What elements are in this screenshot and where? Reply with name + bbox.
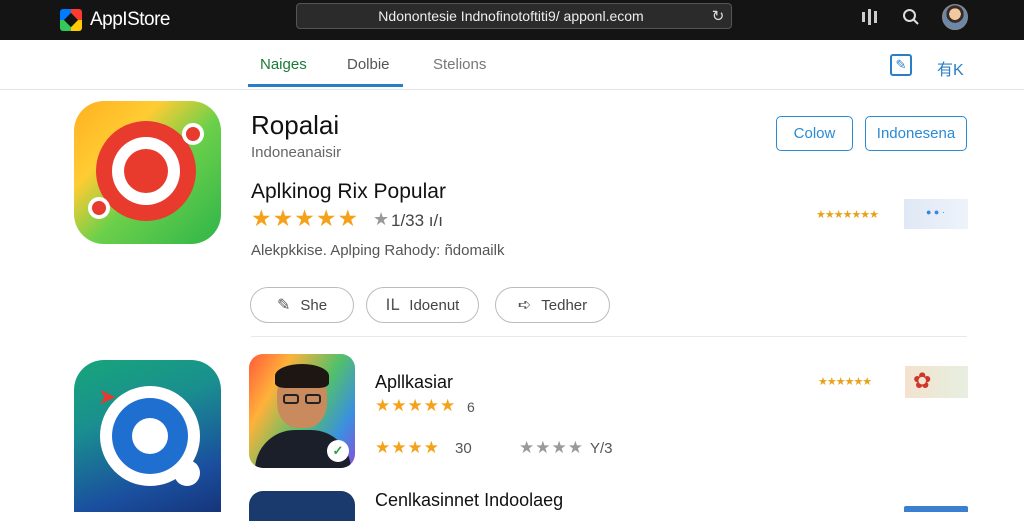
tedher-label: Tedher <box>541 296 588 314</box>
edit-icon[interactable]: ✎ <box>890 54 912 76</box>
app-icon-ropalai[interactable] <box>74 101 221 244</box>
preview-strip-3[interactable] <box>904 506 968 512</box>
rating-stars-gray: ★★★★ <box>519 438 584 457</box>
avatar[interactable] <box>942 4 968 30</box>
preview-stars: ★★★★★★★ <box>816 208 879 221</box>
preview-stars-2: ★★★★★★ <box>818 375 872 388</box>
arrow-icon: ➤ <box>98 384 117 409</box>
divider <box>251 336 967 337</box>
top-bar: AppIStore Ndonontesie Indnofinotoftiti9/… <box>0 0 1024 40</box>
tab-right-label[interactable]: 有K <box>937 56 964 80</box>
rating-stars: ★★★★★ <box>251 205 360 231</box>
search-icon[interactable] <box>900 6 922 28</box>
app-meta: Alekpkkise. Aplping Rahody: ñdomailk <box>251 242 505 259</box>
app-title: Ropalai <box>251 110 340 140</box>
idoenut-label: Idoenut <box>409 296 460 314</box>
app-icon-profile-photo[interactable]: ✓ <box>249 354 355 468</box>
tab-naiges[interactable]: Naiges <box>260 56 307 73</box>
brand[interactable]: AppIStore <box>60 6 171 34</box>
verified-badge-icon: ✓ <box>327 440 349 462</box>
app-store-logo-icon <box>60 9 82 31</box>
rating-count-2: 6 <box>467 399 475 415</box>
url-text[interactable]: Ndonontesie Indnofinotoftiti9/ apponl.ec… <box>297 8 705 24</box>
app-icon-3[interactable] <box>249 491 355 521</box>
brand-title: AppIStore <box>90 9 171 30</box>
app-title-3: Cenlkasinnet Indoolaeg <box>375 490 564 510</box>
preview-thumbnail <box>904 199 968 229</box>
tab-dolbie[interactable]: Dolbie <box>347 56 390 73</box>
app-title-2: Apllkasiar <box>375 372 454 392</box>
reload-icon[interactable]: ↻ <box>705 7 731 25</box>
active-tab-indicator <box>248 84 403 87</box>
preview-thumbnail-2 <box>905 366 968 398</box>
share-icon: ➪ <box>517 297 532 314</box>
tedher-button[interactable]: ➪ Tedher <box>495 287 610 323</box>
idoenut-button[interactable]: Ⅰᒪ Idoenut <box>366 287 479 323</box>
she-button[interactable]: ✎ She <box>250 287 354 323</box>
preview-strip-2[interactable]: ★★★★★★ <box>818 366 968 398</box>
rating-count-2c: Y/3 <box>590 440 613 457</box>
stats-icon[interactable] <box>858 6 880 28</box>
tab-stelions[interactable]: Stelions <box>433 56 486 73</box>
colow-button[interactable]: Colow <box>776 116 853 151</box>
section-heading: Aplkinog Rix Popular <box>251 180 446 203</box>
indonesena-button[interactable]: Indonesena <box>865 116 967 151</box>
rating-stars-2: ★★★★★ <box>375 396 457 415</box>
rating-star-empty: ★ <box>373 209 390 229</box>
tab-bar: Naiges Dolbie Stelions ✎ 有K <box>0 40 1024 90</box>
app-subtitle: Indoneanaisir <box>251 144 342 161</box>
chart-icon: Ⅰᒪ <box>385 297 400 314</box>
preview-strip[interactable]: ★★★★★★★ <box>816 199 968 229</box>
app-icon-disc[interactable]: ➤ <box>74 360 221 512</box>
rating-text: 1/33 ı/ı <box>391 211 443 230</box>
she-label: She <box>300 296 328 314</box>
pencil-icon: ✎ <box>276 297 291 314</box>
url-bar[interactable]: Ndonontesie Indnofinotoftiti9/ apponl.ec… <box>296 3 732 29</box>
rating-stars-2b: ★★★★ <box>375 438 440 457</box>
rating-count-2b: 30 <box>455 440 472 457</box>
